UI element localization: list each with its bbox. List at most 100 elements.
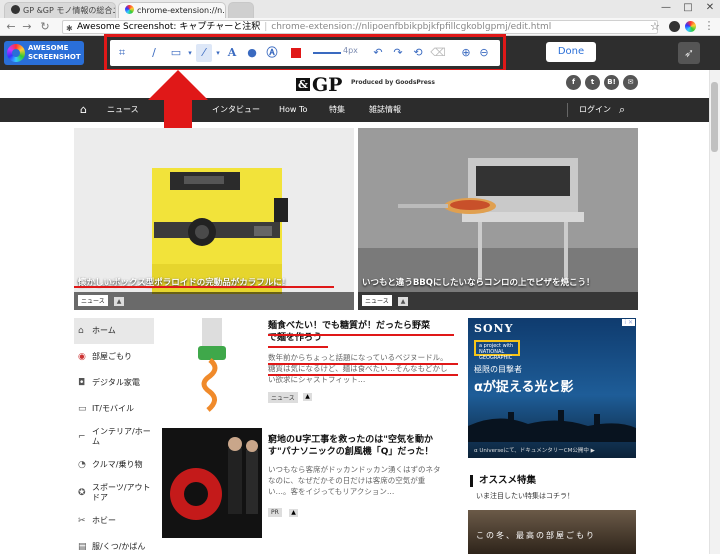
- sidebar-item-car[interactable]: ◔ クルマ/乗り物: [74, 452, 154, 478]
- address-site-label: Awesome Screenshot: キャプチャーと注釈: [77, 22, 261, 32]
- logo-line2: SCREENSHOT: [28, 53, 81, 61]
- nav-news[interactable]: ニュース: [107, 98, 139, 122]
- article-title-line: す"パナソニックの創風機「Q」だった！: [268, 447, 434, 457]
- awesome-screenshot-logo: AWESOME SCREENSHOT: [4, 41, 84, 65]
- sony-advertisement[interactable]: SONY a project with NATIONAL GEOGRAPHIC …: [468, 318, 636, 458]
- annotation-underline: [268, 363, 458, 365]
- category-badge[interactable]: ニュース: [268, 392, 298, 403]
- national-geographic-badge: a project with NATIONAL GEOGRAPHIC: [474, 340, 520, 361]
- extension-icon[interactable]: [669, 21, 680, 32]
- address-input[interactable]: ✱ Awesome Screenshot: キャプチャーと注釈 | chrome-e…: [62, 20, 658, 34]
- pin-icon: ▲: [114, 297, 124, 306]
- article-title[interactable]: 麺食べたい！でも糖質が！だったら野菜 で麺を作ろう: [268, 320, 430, 344]
- extension-favicon-icon: [125, 5, 134, 14]
- spiralizer-image: [162, 318, 262, 418]
- article-title-line: 窮地のU字工事を救ったのは"空気を動か: [268, 435, 433, 445]
- category-badge[interactable]: ニュース: [78, 295, 108, 306]
- logo-circle-icon: [7, 44, 25, 62]
- recommend-banner[interactable]: この冬、最高の部屋ごもり: [468, 510, 636, 554]
- excerpt-line: い欲求にシャストフィット…: [268, 375, 366, 384]
- hobby-icon: ✂: [78, 516, 86, 526]
- sidebar-item-label: 服/くつ/かばん: [92, 542, 146, 551]
- search-icon[interactable]: ⌕: [619, 98, 625, 122]
- sidebar-item-stay-home[interactable]: ◉ 部屋ごもり: [74, 344, 154, 370]
- hatena-icon[interactable]: B!: [604, 75, 619, 90]
- rocket-icon[interactable]: ➶: [678, 42, 700, 64]
- forward-icon[interactable]: →: [20, 19, 34, 35]
- ad-ng-line: GEOGRAPHIC: [479, 355, 513, 361]
- address-separator: |: [264, 22, 268, 32]
- sidebar-item-digital[interactable]: ◘ デジタル家電: [74, 370, 154, 396]
- sidebar-item-interior[interactable]: ⌐ インテリア/ホーム: [74, 422, 154, 452]
- reload-icon[interactable]: ↻: [38, 19, 52, 35]
- ad-headline: 極限の目撃者: [474, 365, 522, 374]
- sidebar-item-hobby[interactable]: ✂ ホビー: [74, 508, 154, 534]
- nav-interview[interactable]: インタビュー: [212, 98, 260, 122]
- awesome-screenshot-extension-icon[interactable]: [685, 21, 696, 32]
- pin-icon: ▲: [303, 393, 312, 401]
- chair-icon: ⌐: [78, 432, 86, 442]
- event-stage-image: [162, 428, 262, 538]
- sidebar-item-label: インテリア/ホーム: [92, 427, 151, 446]
- excerpt-line: 数年前からちょっと話題になっているベジヌードル。: [268, 353, 448, 362]
- tab-goodspress[interactable]: GP &GP モノ情報の総合ニ...: [4, 2, 116, 18]
- article-thumbnail[interactable]: [162, 318, 262, 418]
- back-icon[interactable]: ←: [4, 19, 18, 35]
- sidebar-item-sports[interactable]: ✪ スポーツ/アウトドア: [74, 478, 154, 508]
- site-logo: & GP: [296, 74, 342, 96]
- close-window-icon[interactable]: ✕: [700, 0, 720, 16]
- ad-choices-icon[interactable]: i ✕: [622, 319, 635, 326]
- article-thumbnail[interactable]: [162, 428, 262, 538]
- twitter-icon[interactable]: t: [585, 75, 600, 90]
- sidebar-item-fashion[interactable]: ▤ 服/くつ/かばん: [74, 534, 154, 554]
- menu-dots-icon[interactable]: ⋮: [702, 18, 716, 34]
- annotation-arrow-icon: [148, 70, 208, 134]
- nav-feature[interactable]: 特集: [329, 98, 345, 122]
- category-badge[interactable]: ニュース: [362, 295, 392, 306]
- annotation-underline: [268, 346, 328, 348]
- nav-magazine[interactable]: 雑誌情報: [369, 98, 401, 122]
- new-tab-button[interactable]: [228, 2, 254, 18]
- hero-card-pizza[interactable]: いつもと違うBBQにしたいならコンロの上でピザを焼こう！ ニュース ▲: [358, 128, 638, 310]
- sidebar-item-home[interactable]: ⌂ ホーム: [74, 318, 154, 344]
- nav-divider: [567, 103, 568, 117]
- photographers-silhouette-image: [468, 410, 636, 442]
- bookmark-star-icon[interactable]: ☆: [650, 20, 660, 33]
- home-icon[interactable]: ⌂: [80, 98, 87, 122]
- pocket-icon[interactable]: ✉: [623, 75, 638, 90]
- bag-icon: ▤: [78, 542, 87, 552]
- pr-badge[interactable]: PR: [268, 508, 282, 517]
- hero-caption: いつもと違うBBQにしたいならコンロの上でピザを焼こう！: [362, 278, 595, 288]
- article-excerpt: 数年前からちょっと話題になっているベジヌードル。 糖質は気になるけど、麺は食べた…: [268, 352, 448, 385]
- maximize-icon[interactable]: □: [678, 0, 698, 16]
- ball-icon: ✪: [78, 488, 86, 498]
- sidebar-item-label: ホーム: [92, 326, 116, 335]
- minimize-icon[interactable]: —: [656, 0, 676, 16]
- annotation-underline: [268, 374, 458, 376]
- facebook-icon[interactable]: f: [566, 75, 581, 90]
- car-icon: ◔: [78, 460, 86, 470]
- article-title[interactable]: 窮地のU字工事を救ったのは"空気を動か す"パナソニックの創風機「Q」だった！: [268, 434, 433, 458]
- recommend-heading: オススメ特集: [470, 475, 536, 487]
- site-favicon-icon: [11, 5, 20, 14]
- puzzle-icon: ✱: [66, 24, 73, 33]
- nav-howto[interactable]: How To: [279, 98, 307, 122]
- address-url: chrome-extension://nlipoenfbbikpbjkfpfil…: [271, 22, 552, 32]
- sidebar-item-label: スポーツ/アウトドア: [92, 483, 151, 502]
- scrollbar-thumb[interactable]: [711, 82, 718, 152]
- sidebar-item-it-mobile[interactable]: ▭ IT/モバイル: [74, 396, 154, 422]
- screenshot-canvas: & GP Produced by GoodsPress f t B! ✉ ⌂ ニュ…: [0, 70, 720, 554]
- done-button[interactable]: Done: [546, 42, 596, 62]
- ad-tagline: αが捉える光と影: [474, 380, 574, 395]
- annotation-underline: [268, 334, 454, 336]
- tab-label: chrome-extension://n...: [137, 6, 226, 15]
- pin-icon: ▲: [289, 509, 298, 517]
- logo-line1: AWESOME: [28, 44, 69, 52]
- pin-icon: ▲: [398, 297, 408, 306]
- tab-awesome-screenshot[interactable]: chrome-extension://n...✕: [118, 2, 226, 18]
- site-logo-amp: &: [296, 78, 310, 91]
- ad-brand: SONY: [474, 322, 514, 335]
- nav-login[interactable]: ログイン: [579, 98, 611, 122]
- monitor-icon: ▭: [78, 404, 87, 414]
- hero-card-polaroid[interactable]: 懐かしいボックス型ポラロイドの完動品がカラフルに！ ニュース ▲: [74, 128, 354, 310]
